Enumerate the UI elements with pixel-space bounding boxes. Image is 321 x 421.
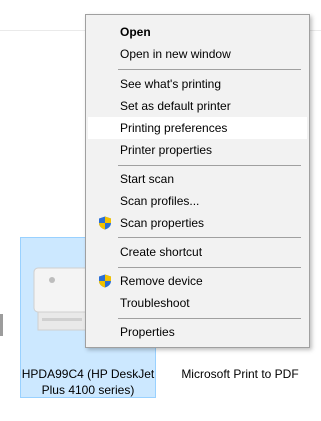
device-label: HPDA99C4 (HP DeskJet Plus 4100 series)	[21, 367, 155, 397]
device-microsoft-print-to-pdf[interactable]: Microsoft Print to PDF	[165, 366, 315, 382]
left-edge-item	[0, 314, 3, 336]
menu-item-open-new-window[interactable]: Open in new window	[88, 43, 307, 65]
menu-item-printer-properties[interactable]: Printer properties	[88, 139, 307, 161]
menu-item-scan-properties[interactable]: Scan properties	[88, 212, 307, 234]
shield-icon	[99, 216, 111, 230]
menu-item-create-shortcut[interactable]: Create shortcut	[88, 241, 307, 263]
context-menu: Open Open in new window See what's print…	[85, 14, 310, 348]
menu-item-start-scan[interactable]: Start scan	[88, 168, 307, 190]
menu-item-set-default-printer[interactable]: Set as default printer	[88, 95, 307, 117]
menu-separator	[118, 237, 301, 238]
menu-item-properties[interactable]: Properties	[88, 321, 307, 343]
menu-item-printing-preferences[interactable]: Printing preferences	[88, 117, 307, 139]
menu-item-remove-device[interactable]: Remove device	[88, 270, 307, 292]
menu-separator	[118, 318, 301, 319]
menu-item-troubleshoot[interactable]: Troubleshoot	[88, 292, 307, 314]
menu-item-scan-profiles[interactable]: Scan profiles...	[88, 190, 307, 212]
menu-separator	[118, 165, 301, 166]
menu-separator	[118, 69, 301, 70]
shield-icon	[99, 274, 111, 288]
menu-separator	[118, 267, 301, 268]
printer-icon	[33, 267, 91, 331]
menu-item-open[interactable]: Open	[88, 21, 307, 43]
menu-item-see-whats-printing[interactable]: See what's printing	[88, 73, 307, 95]
